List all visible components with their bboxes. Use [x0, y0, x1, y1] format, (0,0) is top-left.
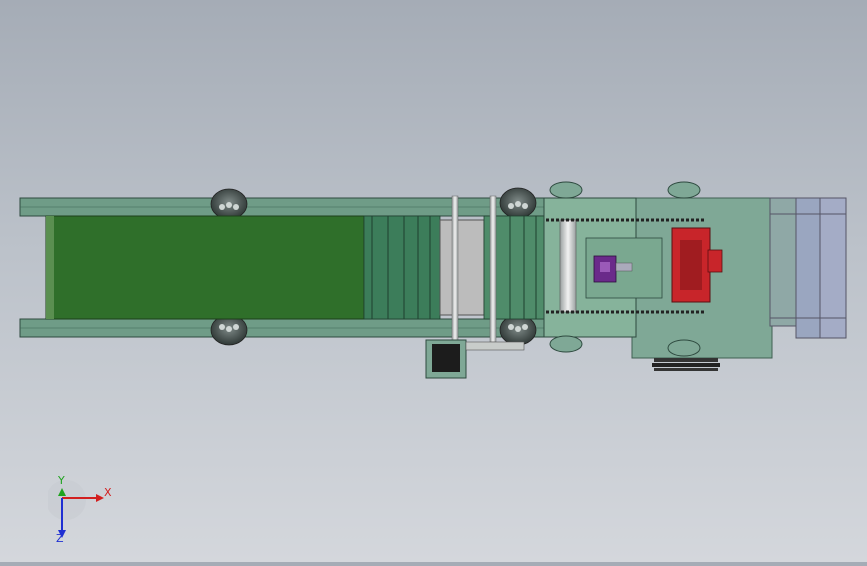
- drive-housing: [631, 197, 847, 359]
- conveyor-belt: [45, 215, 365, 320]
- caster-wheel: [499, 187, 537, 219]
- belt-slats: [363, 215, 441, 320]
- v-belt-pulley: [652, 358, 720, 371]
- cover-plate: [439, 219, 485, 316]
- coordinate-triad[interactable]: X Y Z: [46, 474, 118, 548]
- caster-wheel: [210, 188, 248, 220]
- z-axis-label: Z: [56, 532, 64, 545]
- conveyor-assembly-model[interactable]: [0, 0, 867, 562]
- cad-viewport[interactable]: X Y Z: [0, 0, 867, 562]
- stepper-motor: [425, 339, 525, 379]
- caster-wheel: [499, 314, 537, 346]
- x-axis-label: X: [104, 486, 112, 499]
- top-side-rail: [19, 197, 633, 217]
- bottom-side-rail: [19, 318, 633, 338]
- y-axis-label: Y: [58, 474, 65, 487]
